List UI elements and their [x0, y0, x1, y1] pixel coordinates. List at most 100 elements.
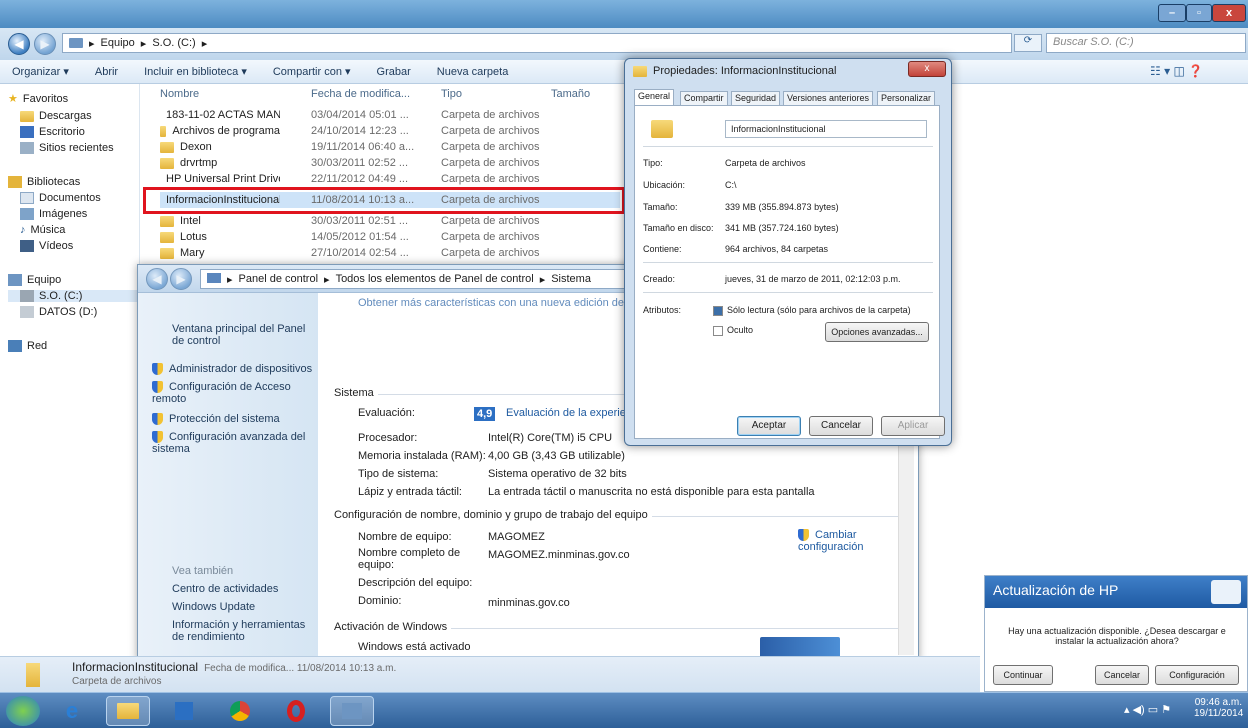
disco-label: Tamaño en disco:: [643, 223, 714, 233]
section-divider: [651, 516, 898, 517]
explorer-taskbar-icon[interactable]: [106, 696, 150, 726]
back-icon[interactable]: ◀: [8, 33, 30, 55]
col-tipo[interactable]: Tipo: [441, 88, 462, 100]
outlook-icon[interactable]: [162, 696, 206, 726]
hp-config-button[interactable]: Configuración: [1155, 665, 1239, 685]
nav-videos[interactable]: Vídeos: [20, 240, 73, 252]
start-button[interactable]: [6, 696, 40, 726]
biblioteca-menu[interactable]: Incluir en biblioteca ▾: [144, 65, 247, 78]
aplicar-button[interactable]: Aplicar: [881, 416, 945, 436]
system-protection-link[interactable]: Protección del sistema: [152, 413, 280, 426]
nav-favoritos[interactable]: ★ Favoritos: [8, 92, 68, 106]
dialog-close-button[interactable]: x: [908, 61, 946, 77]
nombre-label: Nombre de equipo:: [358, 531, 452, 543]
nav-sitios-recientes[interactable]: Sitios recientes: [20, 142, 114, 154]
nav-documentos[interactable]: Documentos: [20, 192, 101, 204]
folder-icon: [160, 247, 174, 259]
dominio-label: Dominio:: [358, 595, 402, 607]
tray-icons[interactable]: ▴ ◀) ▭ ⚑: [1124, 703, 1171, 716]
hp-title: Actualización de HP: [985, 576, 1247, 608]
compartir-menu[interactable]: Compartir con ▾: [273, 65, 351, 78]
breadcrumb-drive[interactable]: S.O. (C:): [152, 37, 195, 49]
nav-drive-d[interactable]: DATOS (D:): [20, 306, 97, 318]
performance-link[interactable]: Información y herramientas de rendimient…: [172, 619, 312, 643]
breadcrumb-todos[interactable]: Todos los elementos de Panel de control: [336, 273, 534, 285]
file-row[interactable]: Mary 27/10/2014 02:54 ... Carpeta de archi…: [160, 245, 620, 261]
readonly-checkbox[interactable]: Sólo lectura (sólo para archivos de la c…: [713, 305, 911, 316]
folder-icon: [160, 157, 174, 169]
forward-icon[interactable]: ▶: [170, 268, 192, 290]
chrome-icon[interactable]: [218, 696, 262, 726]
file-row[interactable]: Lotus 14/05/2012 01:54 ... Carpeta de arch…: [160, 229, 620, 245]
grabar-button[interactable]: Grabar: [377, 66, 411, 78]
advanced-settings-link[interactable]: Configuración avanzada del sistema: [152, 431, 312, 455]
breadcrumb-equipo[interactable]: Equipo: [101, 37, 135, 49]
organizar-menu[interactable]: Organizar ▾: [12, 65, 69, 78]
nueva-carpeta-button[interactable]: Nueva carpeta: [437, 66, 509, 78]
file-row[interactable]: 183-11-02 ACTAS MANTENI...03/04/2014 05:…: [160, 107, 620, 123]
file-row[interactable]: Dexon 19/11/2014 06:40 a... Carpeta de arc…: [160, 139, 620, 155]
nav-musica[interactable]: ♪ Música: [20, 224, 65, 236]
col-nombre[interactable]: Nombre: [160, 88, 199, 100]
file-row[interactable]: Intel 30/03/2011 02:51 ... Carpeta de arch…: [160, 213, 620, 229]
view-options-icon[interactable]: ☷ ▾ ◫ ❓: [1150, 64, 1203, 78]
documents-icon: [20, 192, 34, 204]
close-button[interactable]: x: [1212, 4, 1246, 22]
system-tasks-pane: Ventana principal del Panel de control A…: [138, 293, 318, 661]
score-badge[interactable]: 4,9: [474, 407, 496, 421]
abrir-button[interactable]: Abrir: [95, 66, 118, 78]
search-input[interactable]: Buscar S.O. (C:): [1046, 33, 1246, 53]
recent-icon: [20, 142, 34, 154]
device-manager-link[interactable]: Administrador de dispositivos: [152, 363, 312, 376]
file-row[interactable]: HP Universal Print Driver 22/11/2012 04:4…: [160, 171, 620, 187]
remote-access-link[interactable]: Configuración de Acceso remoto: [152, 381, 302, 405]
evaluacion-link[interactable]: Evaluación de la experiencia en Windows: [506, 407, 624, 419]
nav-equipo[interactable]: Equipo: [8, 274, 61, 286]
cambiar-config-link[interactable]: Cambiar configuración: [798, 529, 878, 553]
control-panel-taskbar-icon[interactable]: [330, 696, 374, 726]
procesador-label: Procesador:: [358, 432, 418, 444]
chrome-logo: [230, 701, 250, 721]
clock[interactable]: 09:46 a.m. 19/11/2014: [1194, 697, 1243, 719]
file-row[interactable]: drvrtmp 30/03/2011 02:52 ... Carpeta de ar…: [160, 155, 620, 171]
nav-escritorio[interactable]: Escritorio: [20, 126, 85, 138]
file-row[interactable]: Archivos de programa 24/10/2014 12:23 ...…: [160, 123, 620, 139]
ram-value: 4,00 GB (3,43 GB utilizable): [488, 450, 625, 462]
nav-red[interactable]: Red: [8, 340, 47, 352]
panel-home-link[interactable]: Ventana principal del Panel de control: [172, 323, 312, 347]
aceptar-button[interactable]: Aceptar: [737, 416, 801, 436]
hidden-checkbox[interactable]: Oculto: [713, 325, 753, 336]
scrollbar[interactable]: [898, 445, 914, 655]
nav-bibliotecas[interactable]: Bibliotecas: [8, 176, 80, 188]
refresh-button[interactable]: ⟳: [1014, 34, 1042, 52]
atributos-label: Atributos:: [643, 305, 682, 315]
col-fecha[interactable]: Fecha de modifica...: [311, 88, 410, 100]
address-box[interactable]: ▸ Equipo ▸ S.O. (C:) ▸: [62, 33, 1012, 53]
windows-update-link[interactable]: Windows Update: [172, 601, 255, 613]
ie-icon[interactable]: e: [50, 696, 94, 726]
folder-name-input[interactable]: InformacionInstitucional: [725, 120, 927, 138]
hp-cancelar-button[interactable]: Cancelar: [1095, 665, 1149, 685]
forward-icon[interactable]: ▶: [34, 33, 56, 55]
upgrade-link[interactable]: Obtener más características con una nuev…: [358, 297, 624, 309]
nav-descargas[interactable]: Descargas: [20, 110, 92, 122]
breadcrumb-sistema[interactable]: Sistema: [551, 273, 591, 285]
dialog-title: Propiedades: InformacionInstitucional: [633, 65, 836, 77]
network-icon: [8, 340, 22, 352]
nav-imagenes[interactable]: Imágenes: [20, 208, 87, 220]
col-tamano[interactable]: Tamaño: [551, 88, 590, 100]
advanced-options-button[interactable]: Opciones avanzadas...: [825, 322, 929, 342]
desktop-icon: [20, 126, 34, 138]
maximize-button[interactable]: ▫: [1186, 4, 1212, 22]
creado-value: jueves, 31 de marzo de 2011, 02:12:03 p.…: [725, 274, 901, 284]
nav-drive-c[interactable]: S.O. (C:): [8, 290, 138, 302]
general-tab-panel: InformacionInstitucional Tipo: Carpeta d…: [634, 105, 940, 439]
folder-icon: [633, 65, 647, 77]
breadcrumb-panel[interactable]: Panel de control: [239, 273, 319, 285]
action-center-link[interactable]: Centro de actividades: [172, 583, 278, 595]
back-icon[interactable]: ◀: [146, 268, 168, 290]
hp-continuar-button[interactable]: Continuar: [993, 665, 1053, 685]
minimize-button[interactable]: –: [1158, 4, 1186, 22]
opera-icon[interactable]: [274, 696, 318, 726]
cancelar-button[interactable]: Cancelar: [809, 416, 873, 436]
